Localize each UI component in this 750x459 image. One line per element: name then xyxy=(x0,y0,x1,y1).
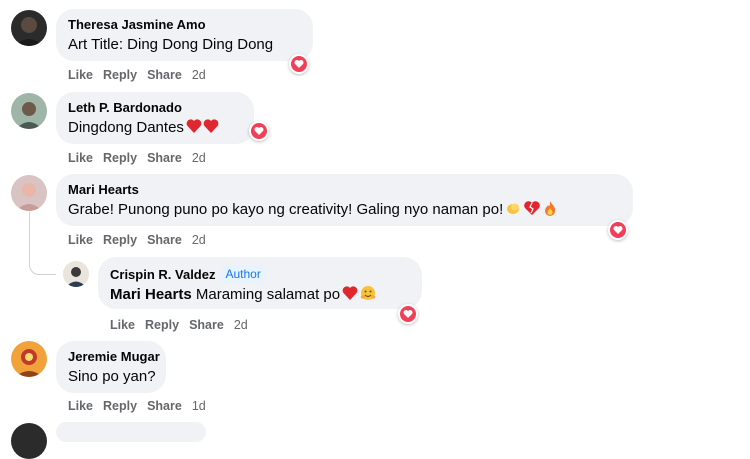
comment-author[interactable]: Jeremie Mugar xyxy=(68,349,160,365)
comment-author[interactable]: Leth P. Bardonado xyxy=(68,100,242,116)
comment-actions: Like Reply Share 2d xyxy=(68,68,216,82)
reply-button[interactable]: Reply xyxy=(145,318,179,332)
comment-bubble: Mari Hearts Grabe! Punong puno po kayo n… xyxy=(56,174,633,226)
heart-reaction-icon[interactable] xyxy=(289,54,309,74)
reply-thread-line xyxy=(29,212,56,275)
avatar[interactable] xyxy=(11,175,47,211)
comment-actions: Like Reply Share 2d xyxy=(110,318,258,332)
comment-bubble: Jeremie Mugar Sino po yan? xyxy=(56,341,166,393)
author-badge: Author xyxy=(221,265,265,283)
comment-actions: Like Reply Share 2d xyxy=(68,151,216,165)
broken-heart-emoji-icon xyxy=(523,200,541,222)
avatar[interactable] xyxy=(11,341,47,377)
share-button[interactable]: Share xyxy=(147,68,182,82)
reply-button[interactable]: Reply xyxy=(103,151,137,165)
share-button[interactable]: Share xyxy=(147,399,182,413)
share-button[interactable]: Share xyxy=(147,233,182,247)
share-button[interactable]: Share xyxy=(189,318,224,332)
clapping-hands-emoji-icon xyxy=(505,200,521,222)
hugging-face-emoji-icon xyxy=(360,285,376,307)
comment-bubble: Theresa Jasmine Amo Art Title: Ding Dong… xyxy=(56,9,313,61)
like-button[interactable]: Like xyxy=(110,318,135,332)
comment-timestamp[interactable]: 1d xyxy=(192,399,206,413)
reply-button[interactable]: Reply xyxy=(103,68,137,82)
comment-timestamp[interactable]: 2d xyxy=(234,318,248,332)
reply-button[interactable]: Reply xyxy=(103,399,137,413)
avatar[interactable] xyxy=(11,93,47,129)
comment-text: Mari Hearts Maraming salamat po xyxy=(110,285,410,307)
share-button[interactable]: Share xyxy=(147,151,182,165)
heart-reaction-icon[interactable] xyxy=(608,220,628,240)
comment-author[interactable]: Crispin R. Valdez xyxy=(110,267,215,282)
avatar[interactable] xyxy=(11,423,47,459)
comment-bubble: Crispin R. Valdez Author Mari Hearts Mara… xyxy=(98,257,422,309)
fire-emoji-icon xyxy=(543,200,557,222)
comment-author[interactable]: Theresa Jasmine Amo xyxy=(68,17,301,33)
red-heart-emoji-icon xyxy=(342,285,358,307)
comment-text: Dingdong Dantes xyxy=(68,118,242,140)
like-button[interactable]: Like xyxy=(68,68,93,82)
comment-actions: Like Reply Share 2d xyxy=(68,233,216,247)
comment-bubble: Leth P. Bardonado Dingdong Dantes xyxy=(56,92,254,144)
comment-text: Art Title: Ding Dong Ding Dong xyxy=(68,36,274,53)
like-button[interactable]: Like xyxy=(68,399,93,413)
like-button[interactable]: Like xyxy=(68,233,93,247)
comment-timestamp[interactable]: 2d xyxy=(192,151,206,165)
comment-actions: Like Reply Share 1d xyxy=(68,399,216,413)
comment-timestamp[interactable]: 2d xyxy=(192,68,206,82)
comment-bubble xyxy=(56,422,206,442)
reply-button[interactable]: Reply xyxy=(103,233,137,247)
avatar[interactable] xyxy=(11,10,47,46)
red-heart-emoji-icon xyxy=(186,118,220,140)
comment-author-row: Crispin R. Valdez Author xyxy=(110,265,410,283)
comment-timestamp[interactable]: 2d xyxy=(192,233,206,247)
comment-author[interactable]: Mari Hearts xyxy=(68,182,621,198)
like-button[interactable]: Like xyxy=(68,151,93,165)
mention-link[interactable]: Mari Hearts xyxy=(110,286,192,303)
heart-reaction-icon[interactable] xyxy=(398,304,418,324)
heart-reaction-icon[interactable] xyxy=(249,121,269,141)
comment-text: Sino po yan? xyxy=(68,368,156,385)
comment-text: Grabe! Punong puno po kayo ng creativity… xyxy=(68,200,621,222)
avatar[interactable] xyxy=(63,261,89,287)
